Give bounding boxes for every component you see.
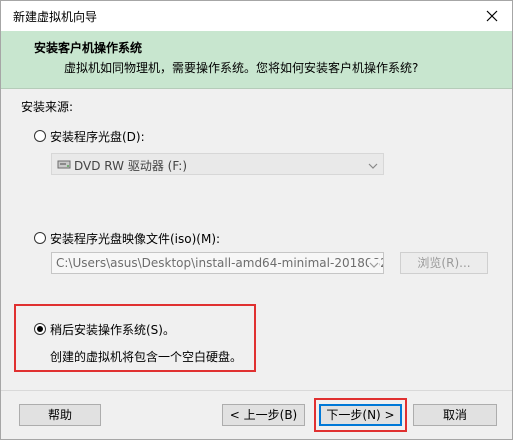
- page-subtitle: 虚拟机如同物理机，需要操作系统。您将如何安装客户机操作系统?: [64, 61, 419, 75]
- title-bar: 新建虚拟机向导: [1, 1, 512, 31]
- iso-path-combobox[interactable]: C:\Users\asus\Desktop\install-amd64-mini…: [51, 252, 384, 274]
- wizard-footer: 帮助 < 上一步(B) 下一步(N) > 取消: [1, 391, 512, 439]
- close-icon[interactable]: [480, 4, 504, 28]
- chevron-down-icon[interactable]: [368, 160, 378, 170]
- radio-iso-image[interactable]: [34, 232, 46, 244]
- wizard-window: 新建虚拟机向导 安装客户机操作系统 虚拟机如同物理机，需要操作系统。您将如何安装…: [0, 0, 513, 440]
- iso-path-value: C:\Users\asus\Desktop\install-amd64-mini…: [56, 256, 384, 270]
- install-source-label: 安装来源:: [21, 100, 74, 114]
- disc-drive-value: DVD RW 驱动器 (F:): [74, 159, 188, 173]
- browse-button[interactable]: 浏览(R)...: [400, 252, 488, 274]
- help-button[interactable]: 帮助: [19, 404, 101, 426]
- page-title: 安装客户机操作系统: [34, 41, 143, 55]
- wizard-header: 安装客户机操作系统 虚拟机如同物理机，需要操作系统。您将如何安装客户机操作系统?: [1, 31, 512, 89]
- radio-installer-disc[interactable]: [34, 130, 46, 142]
- dvd-drive-icon: [57, 158, 71, 171]
- window-title: 新建虚拟机向导: [13, 10, 98, 24]
- disc-drive-select[interactable]: DVD RW 驱动器 (F:): [51, 153, 384, 175]
- highlight-box: [314, 398, 407, 432]
- wizard-content: 安装来源: 安装程序光盘(D): DVD RW 驱动器 (F:) 安装程序光盘映…: [1, 90, 512, 390]
- back-button[interactable]: < 上一步(B): [222, 404, 305, 426]
- cancel-button[interactable]: 取消: [413, 404, 497, 426]
- radio-iso-image-label[interactable]: 安装程序光盘映像文件(iso)(M):: [50, 230, 220, 247]
- radio-installer-disc-label[interactable]: 安装程序光盘(D):: [50, 128, 145, 145]
- highlight-box: [14, 304, 256, 372]
- chevron-down-icon[interactable]: [369, 259, 379, 269]
